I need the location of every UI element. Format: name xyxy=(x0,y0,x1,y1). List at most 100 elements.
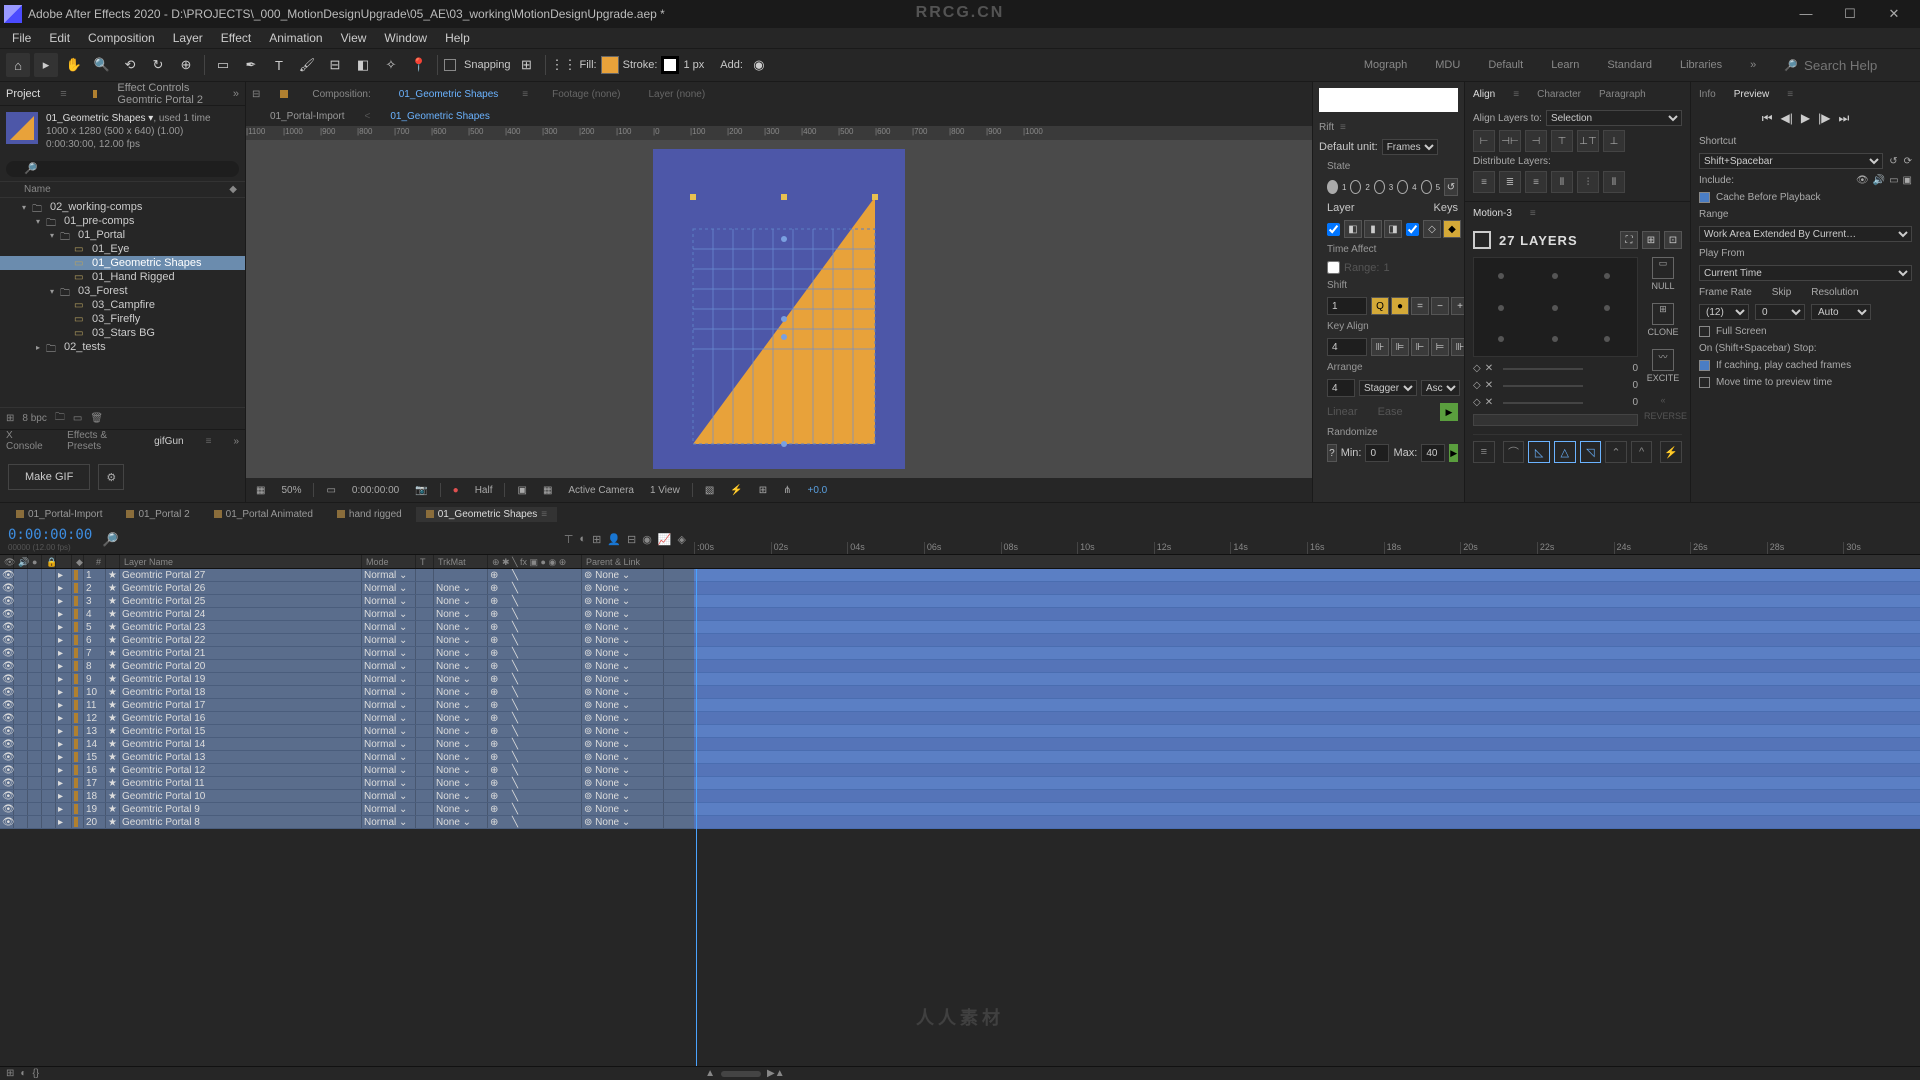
layer-bar[interactable] xyxy=(694,621,1920,634)
col-switches[interactable]: ⊕ ✱ ╲ fx ▣ ● ◉ ⊕ xyxy=(488,555,582,568)
project-tree[interactable]: ▾🗀02_working-comps▾🗀01_pre-comps▾🗀01_Por… xyxy=(0,198,245,407)
bpc-toggle[interactable]: 8 bpc xyxy=(22,413,46,424)
menu-file[interactable]: File xyxy=(4,31,39,45)
workspace-libraries[interactable]: Libraries xyxy=(1680,59,1722,71)
layer-row[interactable]: 👁▸14★Geomtric Portal 14Normal ⌄None ⌄⊕╲⊚… xyxy=(0,738,694,751)
layer-row[interactable]: 👁▸18★Geomtric Portal 10Normal ⌄None ⌄⊕╲⊚… xyxy=(0,790,694,803)
layer-row[interactable]: 👁▸12★Geomtric Portal 16Normal ⌄None ⌄⊕╲⊚… xyxy=(0,712,694,725)
m3-curve4-icon[interactable]: ◹ xyxy=(1580,441,1602,463)
m3-curve5-icon[interactable]: ⌃ xyxy=(1605,441,1627,463)
dist-5-icon[interactable]: ⫶ xyxy=(1577,171,1599,193)
search-help-input[interactable] xyxy=(1804,58,1904,73)
preview-tab[interactable]: Preview xyxy=(1734,89,1770,100)
tl-fx-icon[interactable]: ⊟ xyxy=(627,533,636,546)
layer-row[interactable]: 👁▸4★Geomtric Portal 24Normal ⌄None ⌄⊕╲⊚ … xyxy=(0,608,694,621)
pixel-aspect-icon[interactable]: ▧ xyxy=(701,485,718,496)
play-from-select[interactable]: Current Time xyxy=(1699,265,1912,281)
m3-curve3-icon[interactable]: △ xyxy=(1554,441,1576,463)
tree-folder[interactable]: ▾🗀01_pre-comps xyxy=(0,214,245,228)
footage-tab[interactable]: Footage (none) xyxy=(548,89,624,100)
kb1[interactable]: ◇ xyxy=(1423,220,1441,238)
m3-excite-button[interactable]: 〰EXCITE xyxy=(1644,349,1682,383)
keyalign-input[interactable] xyxy=(1327,338,1367,356)
include-overlay-icon[interactable]: ▭ xyxy=(1889,175,1898,186)
menu-composition[interactable]: Composition xyxy=(80,31,163,45)
layer-row[interactable]: 👁▸3★Geomtric Portal 25Normal ⌄None ⌄⊕╲⊚ … xyxy=(0,595,694,608)
align-bottom-icon[interactable]: ⊥ xyxy=(1603,130,1625,152)
close-button[interactable]: ✕ xyxy=(1872,0,1916,28)
align-left-icon[interactable]: ⊢ xyxy=(1473,130,1495,152)
panel-overflow-icon[interactable]: » xyxy=(233,88,239,100)
dist-6-icon[interactable]: ⫴ xyxy=(1603,171,1625,193)
layer-row[interactable]: 👁▸2★Geomtric Portal 26Normal ⌄None ⌄⊕╲⊚ … xyxy=(0,582,694,595)
panel-overflow-icon[interactable]: » xyxy=(233,436,239,447)
layer-bar[interactable] xyxy=(694,790,1920,803)
home-icon[interactable]: ⌂ xyxy=(6,53,30,77)
layer-row[interactable]: 👁▸19★Geomtric Portal 9Normal ⌄None ⌄⊕╲⊚ … xyxy=(0,803,694,816)
workspace-mograph[interactable]: Mograph xyxy=(1364,59,1407,71)
menu-animation[interactable]: Animation xyxy=(261,31,330,45)
state-4[interactable] xyxy=(1397,180,1408,194)
layer-bar[interactable] xyxy=(694,816,1920,829)
res-select[interactable]: Auto xyxy=(1811,304,1871,320)
lb2[interactable]: ▮ xyxy=(1364,220,1382,238)
playhead[interactable] xyxy=(696,569,697,1066)
layer-row[interactable]: 👁▸20★Geomtric Portal 8Normal ⌄None ⌄⊕╲⊚ … xyxy=(0,816,694,829)
gifgun-settings-icon[interactable]: ⚙ xyxy=(98,464,124,490)
tree-folder[interactable]: ▾🗀03_Forest xyxy=(0,284,245,298)
arrange-input[interactable] xyxy=(1327,379,1355,397)
rotate-tool[interactable]: ↻ xyxy=(146,53,170,77)
shift-p[interactable]: ● xyxy=(1391,297,1409,315)
paragraph-tab[interactable]: Paragraph xyxy=(1599,89,1646,100)
dist-2-icon[interactable]: ≣ xyxy=(1499,171,1521,193)
max-input[interactable] xyxy=(1421,444,1445,462)
m3-kf2-icon[interactable]: ◇ xyxy=(1473,380,1481,391)
state-5[interactable] xyxy=(1421,180,1432,194)
timeline-tab[interactable]: 01_Portal 2 xyxy=(116,507,199,522)
dist-1-icon[interactable]: ≡ xyxy=(1473,171,1495,193)
align-tab[interactable]: Align xyxy=(1473,89,1495,100)
min-input[interactable] xyxy=(1365,444,1389,462)
m3-kf3-icon[interactable]: ◇ xyxy=(1473,397,1481,408)
align-vcenter-icon[interactable]: ⊥⊤ xyxy=(1577,130,1599,152)
state-3[interactable] xyxy=(1374,180,1385,194)
align-hcenter-icon[interactable]: ⊣⊢ xyxy=(1499,130,1521,152)
include-overlay2-icon[interactable]: ▣ xyxy=(1903,175,1912,186)
console-tab[interactable]: X Console xyxy=(6,430,45,452)
view-select[interactable]: 1 View xyxy=(646,485,684,496)
m3-reverse-button[interactable]: «REVERSE xyxy=(1644,395,1682,421)
layer-row[interactable]: 👁▸17★Geomtric Portal 11Normal ⌄None ⌄⊕╲⊚… xyxy=(0,777,694,790)
m3-kf1-icon[interactable]: ◇ xyxy=(1473,363,1481,374)
composition-name[interactable]: 01_Geometric Shapes xyxy=(395,89,503,100)
roto-tool[interactable]: ✧ xyxy=(379,53,403,77)
tl-graph-icon[interactable]: 📈 xyxy=(658,533,672,546)
col-lock-icon[interactable]: 🔒 xyxy=(42,555,56,568)
workspace-learn[interactable]: Learn xyxy=(1551,59,1579,71)
layer-bar[interactable] xyxy=(694,712,1920,725)
layer-bar[interactable] xyxy=(694,647,1920,660)
puppet-tool[interactable]: 📍 xyxy=(407,53,431,77)
composition-canvas[interactable] xyxy=(653,149,905,469)
roi-icon[interactable]: ▣ xyxy=(513,485,530,496)
new-folder-icon[interactable]: 🗀 xyxy=(55,410,65,427)
layer-bar[interactable] xyxy=(694,699,1920,712)
layer-bar[interactable] xyxy=(694,569,1920,582)
tl-shy-icon[interactable]: 👤 xyxy=(607,533,621,546)
resolution-select[interactable]: Half xyxy=(471,485,497,496)
layer-row[interactable]: 👁▸1★Geomtric Portal 27Normal ⌄⊕╲⊚ None ⌄ xyxy=(0,569,694,582)
m3-up-icon[interactable]: ^ xyxy=(1631,441,1653,463)
comp-viewer-lock-icon[interactable]: ⊟ xyxy=(252,89,260,100)
effect-controls-tab[interactable]: Effect Controls Geomtric Portal 2 xyxy=(117,82,212,106)
col-layer-name[interactable]: Layer Name xyxy=(120,555,362,568)
workspace-default[interactable]: Default xyxy=(1488,59,1523,71)
layer-bar[interactable] xyxy=(694,673,1920,686)
m3-null-button[interactable]: ▭NULL xyxy=(1644,257,1682,291)
tl-toggle1-icon[interactable]: ⊞ xyxy=(6,1068,14,1079)
layer-row[interactable]: 👁▸13★Geomtric Portal 15Normal ⌄None ⌄⊕╲⊚… xyxy=(0,725,694,738)
shift-input[interactable] xyxy=(1327,297,1367,315)
motion3-anchor-grid[interactable] xyxy=(1473,257,1638,357)
next-frame-icon[interactable]: |▶ xyxy=(1818,111,1830,125)
layer-tab[interactable]: Layer (none) xyxy=(645,89,710,100)
m3-curve2-icon[interactable]: ◺ xyxy=(1528,441,1550,463)
zoom-value[interactable]: 50% xyxy=(277,485,305,496)
